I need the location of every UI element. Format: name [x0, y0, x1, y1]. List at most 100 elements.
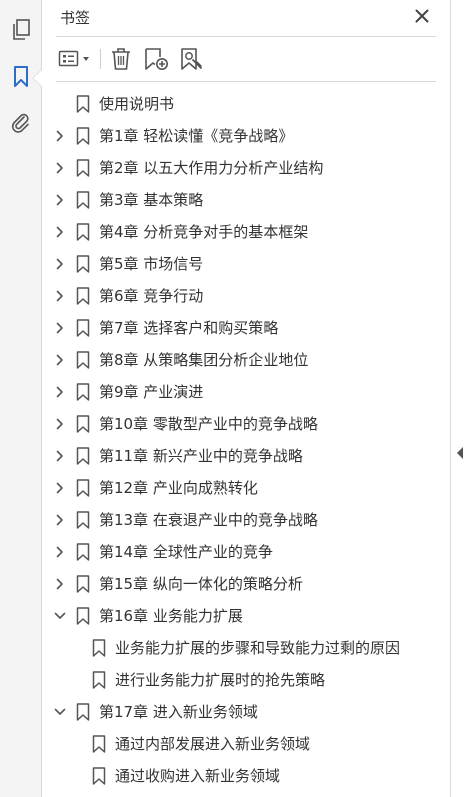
- bookmark-row[interactable]: 第4章 分析竞争对手的基本框架: [42, 216, 450, 248]
- bookmark-label: 第15章 纵向一体化的策略分析: [99, 575, 303, 593]
- bookmark-row[interactable]: 通过内部发展进入新业务领域: [42, 728, 450, 760]
- bookmark-icon: [76, 575, 90, 593]
- bookmark-icon: [76, 191, 90, 209]
- bookmark-icon: [92, 735, 106, 753]
- bookmark-label: 第5章 市场信号: [99, 255, 204, 273]
- bookmark-icon: [92, 767, 106, 785]
- bookmark-icon: [76, 255, 90, 273]
- bookmark-row[interactable]: 第15章 纵向一体化的策略分析: [42, 568, 450, 600]
- chevron-right-icon[interactable]: [53, 481, 67, 495]
- options-menu-icon: [58, 50, 89, 67]
- bookmark-label: 第4章 分析竞争对手的基本框架: [99, 223, 309, 241]
- chevron-down-icon[interactable]: [53, 609, 67, 623]
- bookmark-icon: [76, 607, 90, 625]
- bookmark-row[interactable]: 第17章 进入新业务领域: [42, 696, 450, 728]
- bookmark-icon: [76, 511, 90, 529]
- bookmark-row[interactable]: 第16章 业务能力扩展: [42, 600, 450, 632]
- chevron-right-icon[interactable]: [53, 513, 67, 527]
- bookmark-row[interactable]: 第8章 从策略集团分析企业地位: [42, 344, 450, 376]
- chevron-down-icon[interactable]: [53, 705, 67, 719]
- bookmark-row[interactable]: 第10章 零散型产业中的竞争战略: [42, 408, 450, 440]
- chevron-right-icon[interactable]: [53, 289, 67, 303]
- attachment-icon[interactable]: [8, 110, 34, 136]
- bookmark-label: 第16章 业务能力扩展: [99, 607, 243, 625]
- bookmark-row[interactable]: 第7章 选择客户和购买策略: [42, 312, 450, 344]
- delete-icon: [112, 48, 130, 70]
- bookmark-icon: [76, 543, 90, 561]
- chevron-right-icon[interactable]: [53, 353, 67, 367]
- bookmark-label: 第12章 产业向成熟转化: [99, 479, 258, 497]
- bookmark-from-structure-button[interactable]: [178, 46, 206, 72]
- bookmark-label: 第2章 以五大作用力分析产业结构: [99, 159, 324, 177]
- bookmark-from-structure-icon: [181, 48, 202, 70]
- new-bookmark-button[interactable]: [142, 46, 170, 72]
- bookmark-label: 第9章 产业演进: [99, 383, 204, 401]
- pages-icon[interactable]: [8, 17, 34, 43]
- bookmark-row[interactable]: 第9章 产业演进: [42, 376, 450, 408]
- bookmark-row[interactable]: 使用说明书: [42, 88, 450, 120]
- chevron-right-icon[interactable]: [53, 417, 67, 431]
- delete-bookmark-button[interactable]: [108, 46, 134, 72]
- collapse-panel-button[interactable]: [455, 445, 465, 461]
- bookmark-row[interactable]: 第14章 全球性产业的竞争: [42, 536, 450, 568]
- bookmark-row[interactable]: 进行业务能力扩展时的抢先策略: [42, 664, 450, 696]
- close-panel-button[interactable]: [412, 6, 432, 26]
- bookmark-icon[interactable]: [8, 64, 34, 90]
- bookmark-row[interactable]: 第13章 在衰退产业中的竞争战略: [42, 504, 450, 536]
- options-menu-button[interactable]: [58, 46, 94, 72]
- bookmark-label: 第8章 从策略集团分析企业地位: [99, 351, 309, 369]
- chevron-right-icon[interactable]: [53, 321, 67, 335]
- bookmark-label: 第14章 全球性产业的竞争: [99, 543, 273, 561]
- bookmarks-toolbar: [56, 37, 436, 82]
- triangle-left-icon: [457, 447, 463, 459]
- bookmark-label: 第1章 轻松读懂《竞争战略》: [99, 127, 294, 145]
- new-bookmark-icon: [145, 48, 168, 70]
- bookmark-row[interactable]: 第12章 产业向成熟转化: [42, 472, 450, 504]
- bookmark-icon: [76, 447, 90, 465]
- bookmark-label: 业务能力扩展的步骤和导致能力过剩的原因: [115, 639, 401, 657]
- bookmark-icon: [76, 319, 90, 337]
- bookmark-label: 第11章 新兴产业中的竞争战略: [99, 447, 303, 465]
- bookmarks-panel: 书签 使用说明书 第1章 轻松读懂《竞争战略》 第2章 以五大作用力分析产业结构…: [42, 0, 450, 797]
- bookmark-label: 使用说明书: [99, 95, 175, 113]
- bookmark-icon: [92, 671, 106, 689]
- toolbar-separator: [100, 49, 101, 69]
- chevron-right-icon[interactable]: [53, 225, 67, 239]
- bookmark-label: 第3章 基本策略: [99, 191, 204, 209]
- bookmark-label: 第6章 竞争行动: [99, 287, 204, 305]
- bookmark-row[interactable]: 业务能力扩展的步骤和导致能力过剩的原因: [42, 632, 450, 664]
- bookmark-row[interactable]: 第5章 市场信号: [42, 248, 450, 280]
- panel-title: 书签: [60, 9, 91, 27]
- chevron-right-icon[interactable]: [53, 449, 67, 463]
- chevron-right-icon[interactable]: [53, 545, 67, 559]
- bookmark-icon: [76, 159, 90, 177]
- chevron-right-icon[interactable]: [53, 257, 67, 271]
- bookmark-icon: [76, 351, 90, 369]
- bookmark-icon: [76, 479, 90, 497]
- bookmark-label: 第7章 选择客户和购买策略: [99, 319, 279, 337]
- bookmark-label: 第13章 在衰退产业中的竞争战略: [99, 511, 318, 529]
- bookmark-label: 通过内部发展进入新业务领域: [115, 735, 311, 753]
- bookmark-icon: [76, 383, 90, 401]
- bookmark-row[interactable]: 第3章 基本策略: [42, 184, 450, 216]
- bookmark-row[interactable]: 第2章 以五大作用力分析产业结构: [42, 152, 450, 184]
- bookmark-row[interactable]: 第1章 轻松读懂《竞争战略》: [42, 120, 450, 152]
- bookmarks-window: 书签 使用说明书 第1章 轻松读懂《竞争战略》 第2章 以五大作用力分析产业结构…: [0, 0, 469, 797]
- bookmark-label: 通过收购进入新业务领域: [115, 767, 281, 785]
- chevron-right-icon[interactable]: [53, 577, 67, 591]
- bookmark-label: 第10章 零散型产业中的竞争战略: [99, 415, 318, 433]
- bookmark-tree: 使用说明书第1章 轻松读懂《竞争战略》第2章 以五大作用力分析产业结构 第3章 基…: [42, 88, 450, 792]
- bookmark-icon: [92, 639, 106, 657]
- chevron-right-icon[interactable]: [53, 193, 67, 207]
- chevron-right-icon[interactable]: [53, 385, 67, 399]
- panel-header: 书签: [56, 0, 436, 37]
- bookmark-row[interactable]: 第6章 竞争行动: [42, 280, 450, 312]
- chevron-right-icon[interactable]: [53, 129, 67, 143]
- bookmark-row[interactable]: 第11章 新兴产业中的竞争战略: [42, 440, 450, 472]
- bookmark-row[interactable]: 通过收购进入新业务领域: [42, 760, 450, 792]
- panel-collapse-strip: [450, 0, 469, 797]
- navigation-rail: [0, 0, 42, 797]
- chevron-right-icon[interactable]: [53, 161, 67, 175]
- bookmark-icon: [76, 415, 90, 433]
- bookmark-icon: [76, 287, 90, 305]
